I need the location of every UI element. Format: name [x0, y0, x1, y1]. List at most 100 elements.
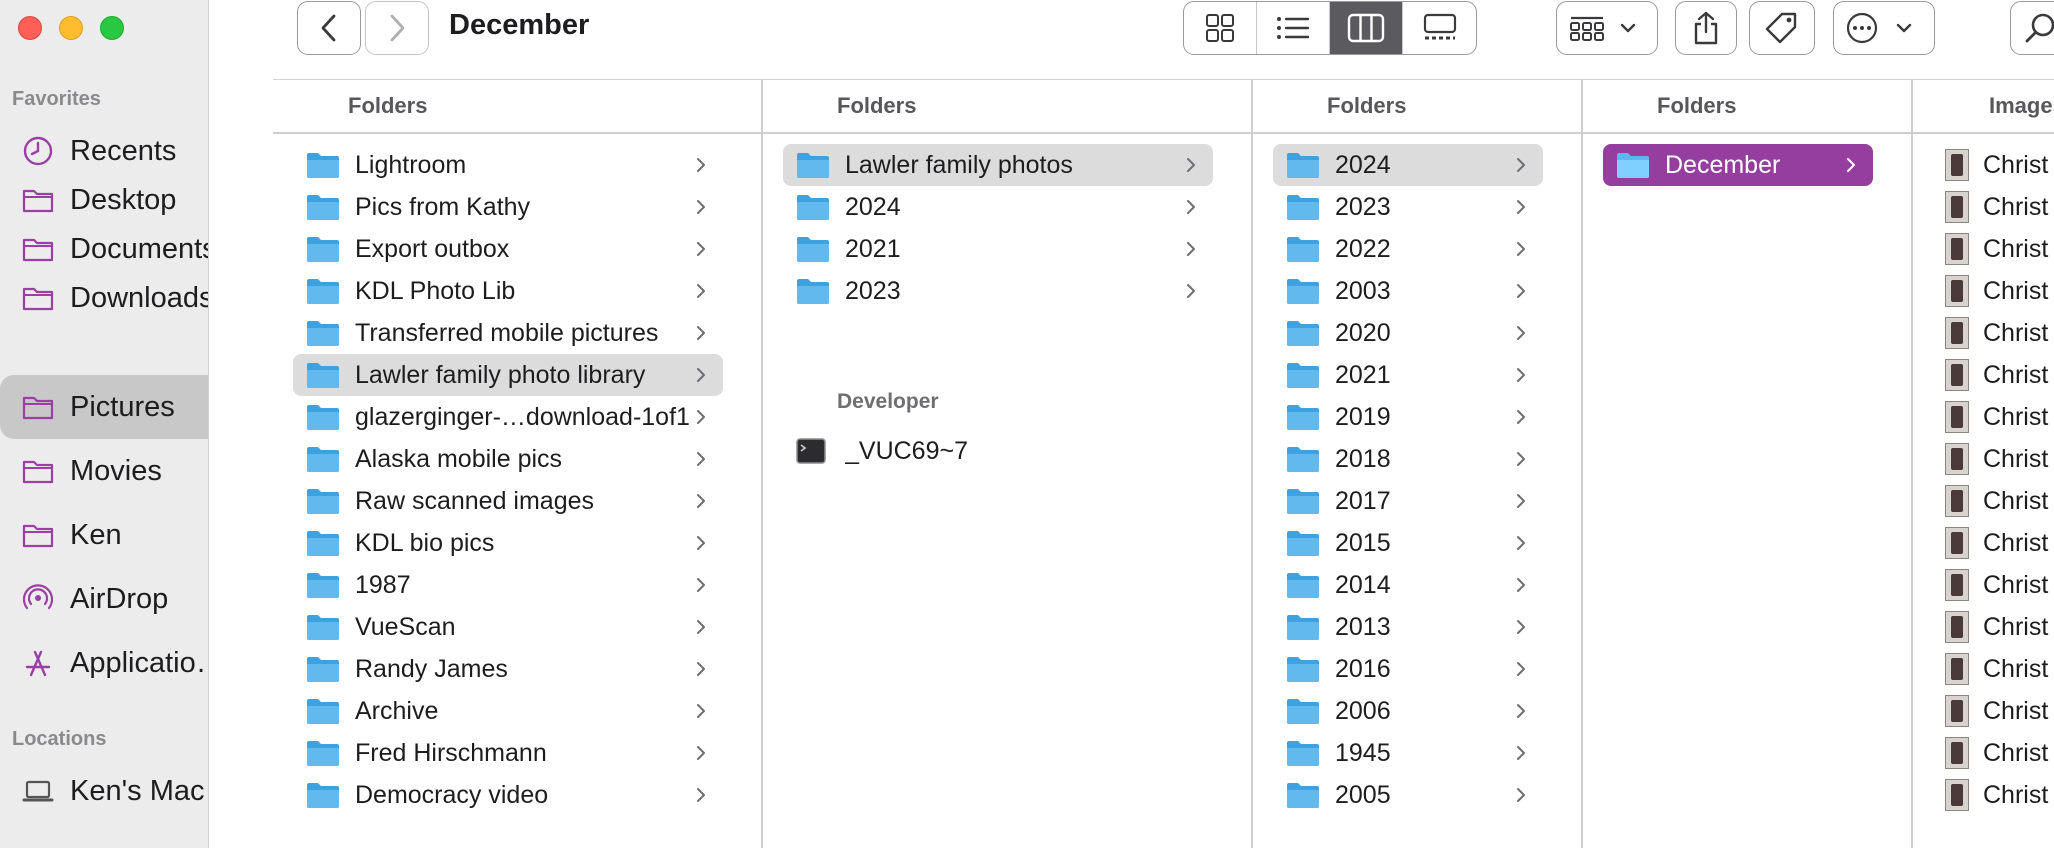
- folder-row[interactable]: 2021: [1273, 354, 1543, 396]
- image-row[interactable]: Christ: [1913, 396, 2054, 438]
- clock-icon: [20, 133, 56, 169]
- share-button[interactable]: [1675, 1, 1737, 55]
- column-4: Folders December: [1583, 80, 1913, 848]
- chevron-right-icon: [1517, 200, 1525, 214]
- folder-row[interactable]: 2006: [1273, 690, 1543, 732]
- search-button[interactable]: [2010, 1, 2054, 55]
- image-row[interactable]: Christ: [1913, 564, 2054, 606]
- image-row[interactable]: Christ: [1913, 228, 2054, 270]
- folder-row[interactable]: Raw scanned images: [293, 480, 723, 522]
- folder-row[interactable]: 2018: [1273, 438, 1543, 480]
- chevron-right-icon: [1517, 704, 1525, 718]
- folder-label: 2006: [1335, 696, 1391, 725]
- image-row[interactable]: Christ: [1913, 690, 2054, 732]
- gallery-view-button[interactable]: [1403, 2, 1476, 54]
- back-button[interactable]: [297, 1, 361, 55]
- tags-button[interactable]: [1749, 1, 1815, 55]
- sidebar-item-applications[interactable]: Applicatio…: [0, 632, 208, 694]
- list-item[interactable]: _VUC69~7: [783, 430, 1233, 472]
- sidebar-item-movies[interactable]: Movies: [0, 440, 208, 502]
- folder-icon: [1287, 447, 1319, 472]
- folder-row[interactable]: VueScan: [293, 606, 723, 648]
- folder-row[interactable]: glazerginger-…download-1of1: [293, 396, 723, 438]
- image-row[interactable]: Christ: [1913, 312, 2054, 354]
- image-row[interactable]: Christ: [1913, 186, 2054, 228]
- image-row[interactable]: Christ: [1913, 480, 2054, 522]
- folder-row[interactable]: 2020: [1273, 312, 1543, 354]
- airdrop-icon: [20, 581, 56, 617]
- folder-row[interactable]: 2003: [1273, 270, 1543, 312]
- folder-row[interactable]: Lightroom: [293, 144, 723, 186]
- image-row[interactable]: Christ: [1913, 606, 2054, 648]
- image-row[interactable]: Christ: [1913, 270, 2054, 312]
- folder-row[interactable]: Randy James: [293, 648, 723, 690]
- column-view-button[interactable]: [1330, 2, 1403, 54]
- folder-row[interactable]: KDL Photo Lib: [293, 270, 723, 312]
- image-thumbnail: [1945, 485, 1969, 517]
- folder-row[interactable]: Pics from Kathy: [293, 186, 723, 228]
- folder-row[interactable]: 2023: [783, 270, 1213, 312]
- folder-row[interactable]: KDL bio pics: [293, 522, 723, 564]
- folder-row[interactable]: Democracy video: [293, 774, 723, 816]
- image-row[interactable]: Christ: [1913, 354, 2054, 396]
- folder-row[interactable]: 1945: [1273, 732, 1543, 774]
- folder-row[interactable]: 2013: [1273, 606, 1543, 648]
- image-label: Christ: [1983, 570, 2049, 599]
- chevron-right-icon: [1517, 662, 1525, 676]
- sidebar-item-pictures[interactable]: Pictures: [0, 375, 208, 439]
- folder-row[interactable]: 2023: [1273, 186, 1543, 228]
- image-label: Christ: [1983, 192, 2049, 221]
- list-view-button[interactable]: [1257, 2, 1330, 54]
- folder-row[interactable]: Transferred mobile pictures: [293, 312, 723, 354]
- folder-row[interactable]: 2019: [1273, 396, 1543, 438]
- sidebar-item-airdrop[interactable]: AirDrop: [0, 568, 208, 630]
- more-actions-button[interactable]: [1833, 1, 1935, 55]
- image-row[interactable]: Christ: [1913, 732, 2054, 774]
- folder-row[interactable]: Fred Hirschmann: [293, 732, 723, 774]
- zoom-window-button[interactable]: [100, 16, 124, 40]
- folder-row[interactable]: Lawler family photo library: [293, 354, 723, 396]
- image-row[interactable]: Christ: [1913, 648, 2054, 690]
- group-by-button[interactable]: [1556, 1, 1658, 55]
- image-row[interactable]: Christ: [1913, 438, 2054, 480]
- folder-row[interactable]: 2021: [783, 228, 1213, 270]
- folder-row[interactable]: Alaska mobile pics: [293, 438, 723, 480]
- image-row[interactable]: Christ: [1913, 522, 2054, 564]
- sidebar-item-ken[interactable]: Ken: [0, 504, 208, 566]
- folder-row[interactable]: 2022: [1273, 228, 1543, 270]
- folder-row[interactable]: Lawler family photos: [783, 144, 1213, 186]
- chevron-right-icon: [390, 14, 405, 42]
- folder-label: Lawler family photos: [845, 150, 1073, 179]
- folder-row[interactable]: 2024: [1273, 144, 1543, 186]
- sidebar-item-downloads[interactable]: Downloads: [0, 267, 208, 329]
- column-5: Images Christ Christ Christ Christ Christ Chr…: [1913, 80, 2054, 848]
- image-row[interactable]: Christ: [1913, 144, 2054, 186]
- folder-label: VueScan: [355, 612, 456, 641]
- folder-label: 2021: [845, 234, 901, 263]
- folder-icon: [797, 153, 829, 178]
- folder-row[interactable]: 2017: [1273, 480, 1543, 522]
- folder-icon: [20, 453, 56, 489]
- close-window-button[interactable]: [18, 16, 42, 40]
- chevron-right-icon: [697, 662, 705, 676]
- forward-button[interactable]: [365, 1, 429, 55]
- folder-row[interactable]: Archive: [293, 690, 723, 732]
- folder-row[interactable]: 2016: [1273, 648, 1543, 690]
- folder-label: 2021: [1335, 360, 1391, 389]
- sidebar-item-label: Movies: [70, 454, 162, 487]
- chevron-right-icon: [697, 704, 705, 718]
- folder-row[interactable]: December: [1603, 144, 1873, 186]
- folder-row[interactable]: Export outbox: [293, 228, 723, 270]
- minimize-window-button[interactable]: [59, 16, 83, 40]
- icon-view-button[interactable]: [1184, 2, 1257, 54]
- folder-row[interactable]: 2005: [1273, 774, 1543, 816]
- folder-row[interactable]: 2014: [1273, 564, 1543, 606]
- folder-row[interactable]: 2015: [1273, 522, 1543, 564]
- folder-label: 2005: [1335, 780, 1391, 809]
- image-row[interactable]: Christ: [1913, 774, 2054, 816]
- sidebar-item-kens-mac[interactable]: Ken's Mac…: [0, 760, 208, 822]
- folder-row[interactable]: 2024: [783, 186, 1213, 228]
- column-2: Folders Lawler family photos 2024 2021 2023…: [763, 80, 1253, 848]
- folder-icon: [797, 195, 829, 220]
- folder-row[interactable]: 1987: [293, 564, 723, 606]
